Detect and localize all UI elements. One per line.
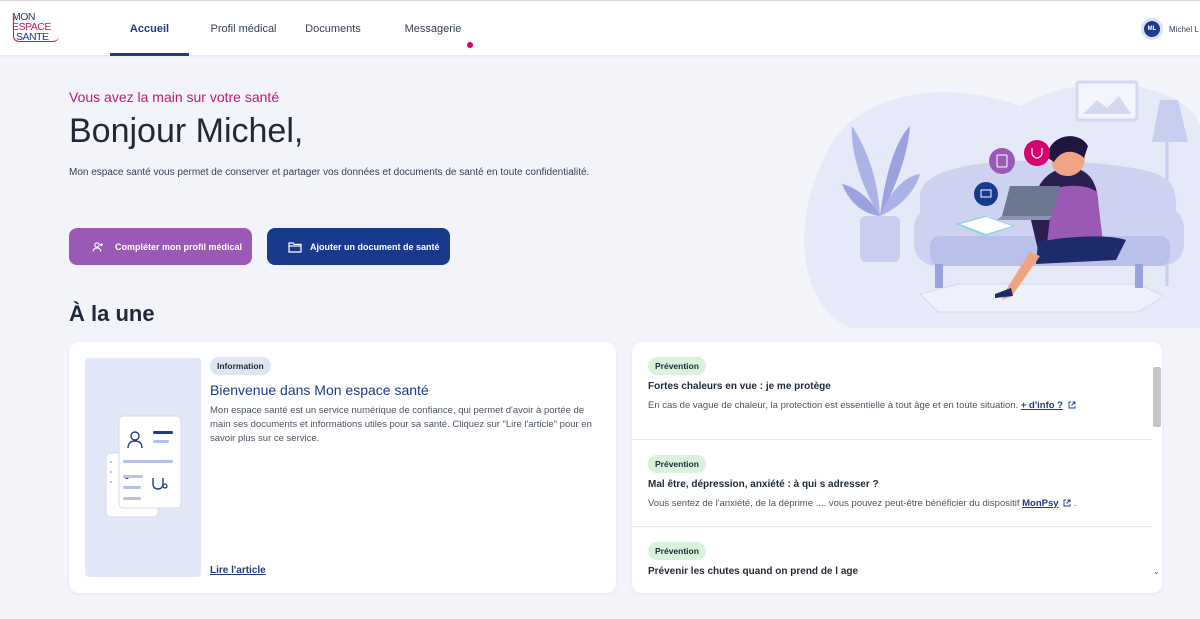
logo-line-3: SANTE [16,31,49,43]
add-document-button[interactable]: Ajouter un document de santé [267,228,450,265]
article-title: Bienvenue dans Mon espace santé [210,382,429,398]
article-card: Information Bienvenue dans Mon espace sa… [69,342,616,593]
news-card: Prévention Fortes chaleurs en vue : je m… [632,342,1162,593]
news-item: Prévention Mal être, dépression, anxiété… [632,440,1152,527]
article-illustration [85,358,201,577]
news-text: En cas de vague de chaleur, la protectio… [648,400,1019,411]
folder-icon [288,240,302,254]
hero-intro: Mon espace santé vous permet de conserve… [69,167,590,178]
complete-profile-label: Compléter mon profil médical [115,241,243,252]
external-link-icon [1063,500,1071,507]
avatar: ML [1141,18,1163,40]
news-badge: Prévention [648,542,706,560]
article-text: Mon espace santé est un service numériqu… [210,405,592,444]
user-name: Michel L [1169,24,1199,34]
document-illustration-icon [105,415,182,518]
main-nav: Accueil Profil médical Documents Message… [110,1,474,56]
news-badge: Prévention [648,357,706,375]
hero-illustration [804,80,1200,328]
page-title: Bonjour Michel, [69,112,304,150]
news-item: Prévention Fortes chaleurs en vue : je m… [632,342,1152,440]
user-menu[interactable]: ML Michel L [1141,18,1199,40]
nav-tab-profil-medical[interactable]: Profil médical [195,1,292,56]
logo[interactable]: MON ESPACE SANTE [12,12,62,44]
news-title: Fortes chaleurs en vue : je me protège [648,381,831,392]
nav-tab-messagerie[interactable]: Messagerie [403,1,474,56]
hero-tagline: Vous avez la main sur votre santé [69,89,280,105]
read-article-link[interactable]: Lire l'article [210,565,266,576]
complete-profile-button[interactable]: Compléter mon profil médical [69,228,252,265]
add-user-icon [91,240,105,254]
nav-tab-label-wrap: Messagerie [404,22,474,48]
nav-tab-label: Messagerie [404,22,462,35]
news-title: Mal être, dépression, anxiété : à qui s … [648,479,879,490]
news-text: Vous sentez de l'anxiété, de la déprime … [648,498,1020,509]
news-text-wrap: En cas de vague de chaleur, la protectio… [648,400,1076,411]
news-badge: Prévention [648,455,706,473]
article-badge: Information [210,357,271,375]
section-title: À la une [69,301,155,326]
nav-tab-accueil[interactable]: Accueil [110,1,189,56]
header: MON ESPACE SANTE Accueil Profil médical … [0,0,1200,56]
scroll-thumb[interactable] [1153,367,1161,427]
news-text-wrap: Vous sentez de l'anxiété, de la déprime … [648,498,1076,509]
news-scrollbar[interactable]: ⌄ [1152,364,1162,579]
external-link-icon [1068,402,1076,409]
nav-tab-label: Accueil [129,22,170,35]
nav-tab-documents[interactable]: Documents [298,1,368,56]
nav-tab-label: Profil médical [210,22,277,35]
add-document-label: Ajouter un document de santé [310,241,440,252]
news-title: Prévenir les chutes quand on prend de l … [648,566,859,577]
news-text-end: . [1073,498,1077,509]
monpsy-link[interactable]: MonPsy [1022,498,1058,509]
news-item: Prévention Prévenir les chutes quand on … [632,527,1152,593]
more-info-link[interactable]: + d'info ? [1021,400,1063,411]
notification-dot [467,41,474,48]
scroll-down-icon[interactable]: ⌄ [1153,567,1160,576]
nav-tab-label: Documents [305,22,361,35]
